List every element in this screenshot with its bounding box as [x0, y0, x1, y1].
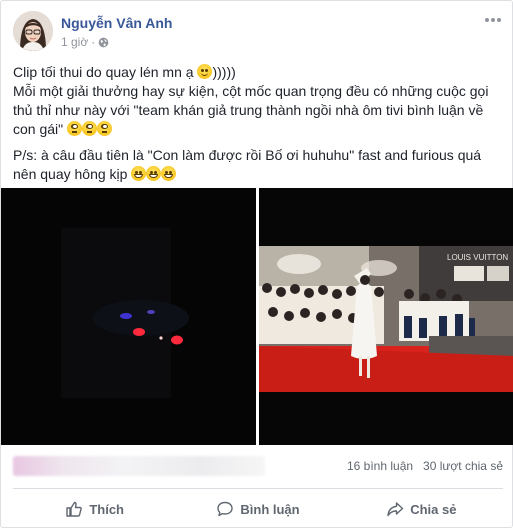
reactions-summary[interactable] — [13, 456, 265, 476]
post-time[interactable]: 1 giờ — [61, 35, 88, 49]
divider — [13, 488, 503, 489]
grin-emoji-icon — [131, 166, 147, 181]
share-button[interactable]: Chia sẻ — [340, 493, 503, 525]
stats-counts: 16 bình luận 30 lượt chia sẻ — [347, 459, 503, 473]
grin-emoji-icon — [161, 166, 177, 181]
post-meta: 1 giờ · — [61, 35, 109, 49]
video-thumbnail-left[interactable] — [1, 188, 256, 445]
smile-emoji-icon — [197, 64, 213, 79]
comment-icon — [217, 501, 234, 517]
post-stats: 16 bình luận 30 lượt chia sẻ — [13, 456, 503, 478]
comment-label: Bình luận — [240, 501, 300, 517]
like-button[interactable]: Thích — [13, 493, 176, 525]
post-header: Nguyễn Vân Anh 1 giờ · — [13, 11, 503, 55]
video-thumbnail-right[interactable]: LOUIS VUITTON — [259, 188, 513, 445]
more-options-icon[interactable] — [483, 13, 503, 27]
share-label: Chia sẻ — [410, 501, 457, 517]
like-label: Thích — [89, 501, 124, 517]
red-carpet-scene: LOUIS VUITTON — [259, 246, 513, 392]
grin-emoji-icon — [146, 166, 162, 181]
share-count[interactable]: 30 lượt chia sẻ — [423, 459, 503, 473]
feed-post: Nguyễn Vân Anh 1 giờ · Clip tối thui do … — [0, 0, 513, 528]
eye-roll-emoji-icon — [67, 121, 83, 136]
eye-roll-emoji-icon — [97, 121, 113, 136]
post-text: Clip tối thui do quay lén mn ạ ))))) Mỗi… — [13, 63, 503, 191]
author-name[interactable]: Nguyễn Vân Anh — [61, 15, 173, 31]
comment-count[interactable]: 16 bình luận — [347, 459, 413, 473]
post-paragraph: P/s: à câu đầu tiên là "Con làm được rồi… — [13, 147, 482, 182]
comment-button[interactable]: Bình luận — [176, 493, 339, 525]
action-bar: Thích Bình luận Chia sẻ — [13, 493, 503, 525]
post-media: LOUIS VUITTON — [1, 188, 513, 445]
sign-text: LOUIS VUITTON — [447, 253, 508, 262]
share-icon — [387, 502, 404, 517]
avatar[interactable] — [13, 11, 53, 51]
eye-roll-emoji-icon — [82, 121, 98, 136]
thumbs-up-icon — [66, 501, 83, 517]
post-paragraph: Clip tối thui do quay lén mn ạ ))))) Mỗi… — [13, 64, 489, 137]
globe-icon[interactable] — [98, 37, 109, 48]
